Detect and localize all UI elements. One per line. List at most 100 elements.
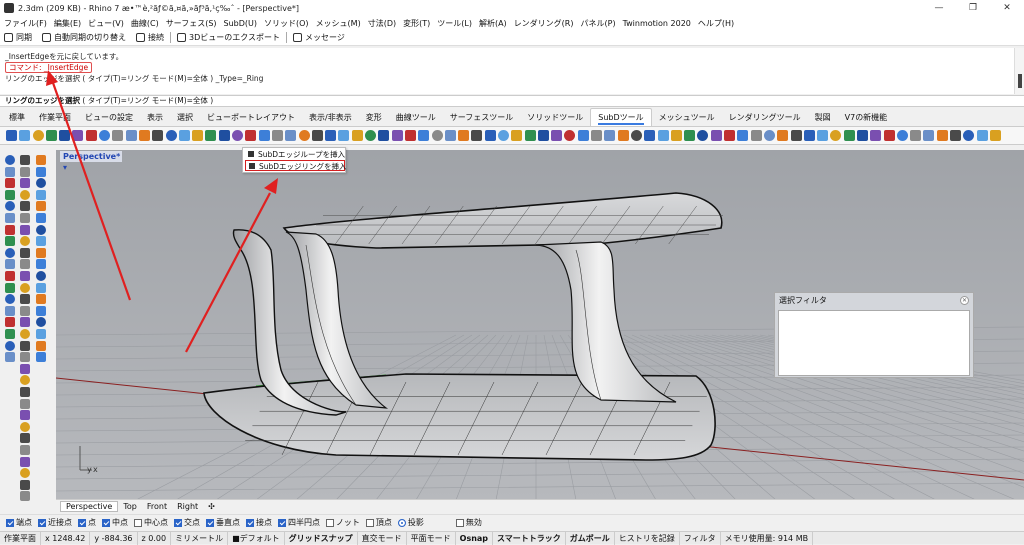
toolbar-tool-icon[interactable] bbox=[684, 130, 696, 141]
menu-twinmotion[interactable]: Twinmotion 2020 bbox=[623, 19, 691, 28]
checkbox[interactable] bbox=[206, 518, 214, 527]
checkbox[interactable] bbox=[326, 518, 334, 527]
add-viewport-tab-button[interactable]: ✣ bbox=[203, 502, 220, 511]
left-tool-icon[interactable] bbox=[20, 456, 30, 467]
left-tool-icon[interactable] bbox=[20, 363, 30, 374]
toolbar-tool-icon[interactable] bbox=[125, 130, 137, 141]
menu-transform[interactable]: 変形(T) bbox=[403, 18, 430, 29]
toolbar-tool-icon[interactable] bbox=[205, 130, 217, 141]
history-scrollbar[interactable] bbox=[1014, 48, 1024, 94]
tab-right[interactable]: Right bbox=[172, 502, 203, 511]
toolbar-tool-icon[interactable] bbox=[232, 130, 244, 141]
toolbar-tool-icon[interactable] bbox=[6, 130, 17, 141]
toolbar-tool-icon[interactable] bbox=[763, 130, 775, 141]
toolbar-tool-icon[interactable] bbox=[192, 130, 204, 141]
left-tool-icon[interactable] bbox=[20, 421, 30, 432]
left-tool-icon[interactable] bbox=[20, 433, 30, 444]
left-tool-icon[interactable] bbox=[20, 271, 30, 281]
left-tool-icon[interactable] bbox=[20, 213, 30, 223]
filter-toggle[interactable]: フィルタ bbox=[680, 531, 721, 545]
left-tool-icon[interactable] bbox=[5, 247, 15, 258]
osnap-4[interactable]: 中心点 bbox=[134, 517, 168, 528]
toolbar-tool-icon[interactable] bbox=[19, 130, 31, 141]
left-tool-icon[interactable] bbox=[36, 329, 46, 339]
osnap-9[interactable]: ノット bbox=[326, 517, 360, 528]
left-tool-icon[interactable] bbox=[36, 224, 46, 235]
toolbar-tool-icon[interactable] bbox=[298, 130, 310, 141]
auto-sync-button[interactable]: 自動同期の切り替え bbox=[42, 32, 126, 43]
toolbar-tool-icon[interactable] bbox=[551, 130, 563, 141]
left-tool-icon[interactable] bbox=[20, 352, 30, 363]
checkbox[interactable] bbox=[78, 518, 86, 527]
left-tool-icon[interactable] bbox=[5, 340, 15, 351]
layer-label[interactable]: ■デフォルト bbox=[228, 531, 285, 545]
menu-analyze[interactable]: 解析(A) bbox=[479, 18, 507, 29]
menu-solid[interactable]: ソリッド(O) bbox=[264, 18, 309, 29]
toolbar-tool-icon[interactable] bbox=[564, 130, 576, 141]
tab-visibility[interactable]: 表示/非表示 bbox=[302, 109, 359, 126]
osnap-7[interactable]: 接点 bbox=[246, 517, 272, 528]
left-tool-icon[interactable] bbox=[20, 398, 30, 409]
left-tool-icon[interactable] bbox=[36, 294, 46, 305]
tab-surface-tools[interactable]: サーフェスツール bbox=[443, 109, 521, 126]
toolbar-tool-icon[interactable] bbox=[311, 130, 323, 141]
toolbar-tool-icon[interactable] bbox=[511, 130, 523, 141]
left-tool-icon[interactable] bbox=[20, 491, 30, 502]
toolbar-tool-icon[interactable] bbox=[152, 130, 164, 141]
checkbox[interactable] bbox=[365, 518, 374, 527]
tab-viewport-layout[interactable]: ビューポートレイアウト bbox=[200, 109, 302, 126]
checkbox[interactable] bbox=[134, 518, 142, 527]
osnap-3[interactable]: 中点 bbox=[102, 517, 128, 528]
tab-render-tools[interactable]: レンダリングツール bbox=[722, 109, 808, 126]
left-tool-icon[interactable] bbox=[5, 352, 15, 363]
left-tool-icon[interactable] bbox=[20, 317, 30, 328]
menu-curve[interactable]: 曲線(C) bbox=[131, 18, 159, 29]
toolbar-tool-icon[interactable] bbox=[989, 130, 1001, 141]
toolbar-tool-icon[interactable] bbox=[670, 130, 682, 141]
toolbar-tool-icon[interactable] bbox=[737, 130, 749, 141]
close-icon[interactable]: ✕ bbox=[960, 296, 969, 305]
tab-mesh-tools[interactable]: メッシュツール bbox=[652, 109, 722, 126]
toolbar-tool-icon[interactable] bbox=[604, 130, 616, 141]
toolbar-tool-icon[interactable] bbox=[697, 130, 709, 141]
toolbar-tool-icon[interactable] bbox=[497, 130, 509, 141]
command-prompt[interactable]: リングのエッジを選択 ( タイプ(T)=リング モード(M)=全体 ) bbox=[0, 95, 1024, 107]
maximize-button[interactable]: ❐ bbox=[956, 0, 990, 16]
toolbar-tool-icon[interactable] bbox=[138, 130, 150, 141]
left-tool-icon[interactable] bbox=[20, 178, 30, 189]
left-tool-icon[interactable] bbox=[36, 189, 46, 200]
checkbox[interactable] bbox=[174, 518, 182, 527]
units-label[interactable]: ミリメートル bbox=[171, 531, 229, 545]
checkbox[interactable] bbox=[455, 518, 464, 527]
tab-set-view[interactable]: ビューの設定 bbox=[78, 109, 140, 126]
tab-select[interactable]: 選択 bbox=[170, 109, 200, 126]
left-tool-icon[interactable] bbox=[36, 317, 46, 328]
osnap-toggle[interactable]: Osnap bbox=[456, 531, 494, 545]
record-history-toggle[interactable]: ヒストリを記録 bbox=[615, 531, 680, 545]
checkbox[interactable] bbox=[6, 518, 14, 527]
left-tool-icon[interactable] bbox=[36, 282, 46, 293]
menu-surface[interactable]: サーフェス(S) bbox=[166, 18, 217, 29]
left-tool-icon[interactable] bbox=[20, 166, 30, 177]
left-tool-icon[interactable] bbox=[36, 259, 46, 270]
toolbar-tool-icon[interactable] bbox=[724, 130, 736, 141]
menu-mesh[interactable]: メッシュ(M) bbox=[316, 18, 361, 29]
tab-standard[interactable]: 標準 bbox=[2, 109, 32, 126]
toolbar-tool-icon[interactable] bbox=[537, 130, 549, 141]
left-tool-icon[interactable] bbox=[5, 224, 15, 235]
toolbar-tool-icon[interactable] bbox=[431, 130, 443, 141]
toolbar-tool-icon[interactable] bbox=[777, 130, 789, 141]
menu-tools[interactable]: ツール(L) bbox=[437, 18, 472, 29]
osnap-2[interactable]: 点 bbox=[78, 517, 96, 528]
left-tool-icon[interactable] bbox=[5, 178, 15, 189]
left-tool-icon[interactable] bbox=[20, 247, 30, 258]
tab-transform[interactable]: 変形 bbox=[359, 109, 389, 126]
export-3d-button[interactable]: 3Dビューのエクスポート bbox=[177, 32, 280, 43]
left-tool-icon[interactable] bbox=[5, 236, 15, 247]
tab-drafting[interactable]: 製図 bbox=[808, 109, 838, 126]
toolbar-tool-icon[interactable] bbox=[963, 130, 975, 141]
ortho-toggle[interactable]: 直交モード bbox=[358, 531, 407, 545]
insert-edge-loop-item[interactable]: SubDエッジループを挿入 bbox=[245, 149, 345, 160]
toolbar-tool-icon[interactable] bbox=[484, 130, 496, 141]
left-tool-icon[interactable] bbox=[36, 340, 46, 351]
